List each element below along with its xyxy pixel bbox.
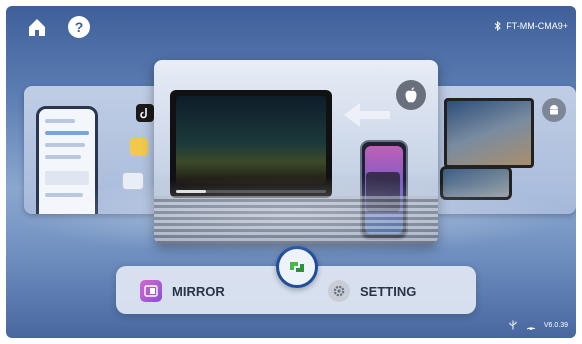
- setting-label: SETTING: [360, 283, 417, 299]
- android-badge: [542, 98, 566, 122]
- device-name: FT-MM-CMA9+: [506, 21, 568, 31]
- vent-grille: [154, 196, 438, 244]
- help-button[interactable]: ?: [68, 16, 90, 38]
- app-logo: [276, 246, 318, 288]
- bluetooth-icon: [494, 21, 502, 31]
- tiktok-icon: [136, 104, 154, 122]
- link-logo-icon: [290, 262, 304, 272]
- home-button[interactable]: [26, 16, 48, 38]
- apple-badge: [396, 80, 426, 110]
- setting-button[interactable]: SETTING: [328, 278, 416, 304]
- android-cast-card[interactable]: [426, 86, 576, 214]
- prime-video-icon: [122, 172, 144, 190]
- home-icon: [29, 19, 45, 36]
- top-bar: ? FT-MM-CMA9+: [6, 6, 576, 50]
- version-text: V6.0.39: [543, 321, 568, 329]
- phone-preview: [440, 166, 512, 200]
- youtube-icon: [130, 138, 148, 156]
- mirror-label: MIRROR: [172, 283, 225, 299]
- device-info: FT-MM-CMA9+: [494, 21, 568, 31]
- arrow-left-icon: [344, 103, 390, 127]
- apple-cast-card[interactable]: [154, 60, 438, 244]
- phone-preview: [36, 106, 98, 214]
- help-icon: ?: [74, 19, 84, 35]
- mirror-icon: [140, 280, 162, 302]
- gear-icon: [328, 280, 350, 302]
- android-icon: [550, 105, 558, 115]
- video-frame: [176, 96, 326, 184]
- video-progress: [176, 190, 326, 193]
- tv-preview: [444, 98, 534, 168]
- app-cast-card[interactable]: [24, 86, 172, 214]
- status-bar: V6.0.39: [508, 320, 568, 330]
- usb-icon: [509, 320, 517, 330]
- apple-icon: [405, 87, 417, 103]
- home-screen: ? FT-MM-CMA9+ MIRROR SETTING V6.0.39: [6, 6, 576, 338]
- mirror-button[interactable]: MIRROR: [140, 278, 225, 304]
- tv-preview: [170, 90, 332, 198]
- cast-icon: [526, 327, 536, 330]
